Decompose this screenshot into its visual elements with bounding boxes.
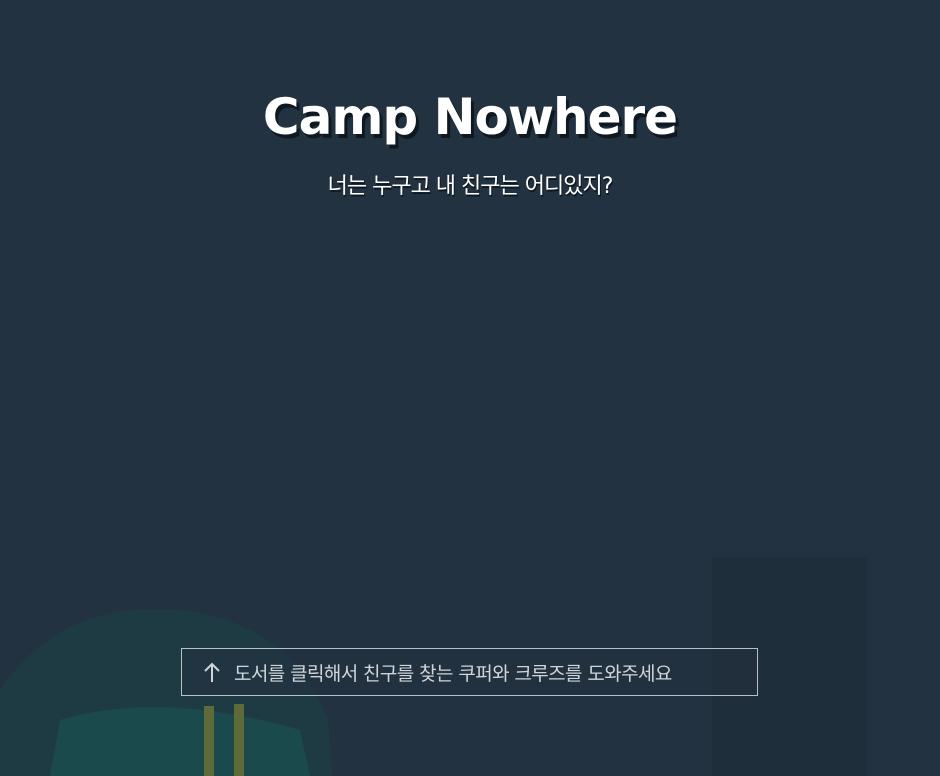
page-subtitle: 너는 누구고 내 친구는 어디있지? — [327, 174, 614, 199]
arrow-up-icon — [202, 660, 222, 684]
background-strap-right — [234, 704, 244, 776]
hint-text: 도서를 클릭해서 친구를 찾는 쿠퍼와 크루즈를 도와주세요 — [234, 662, 672, 685]
stage: Camp Nowhere 너는 누구고 내 친구는 어디있지? 도서를 클릭해서… — [0, 0, 940, 776]
background-strap-left — [204, 706, 214, 776]
page-title: Camp Nowhere — [262, 88, 678, 146]
hint-banner[interactable]: 도서를 클릭해서 친구를 찾는 쿠퍼와 크루즈를 도와주세요 — [181, 648, 758, 696]
